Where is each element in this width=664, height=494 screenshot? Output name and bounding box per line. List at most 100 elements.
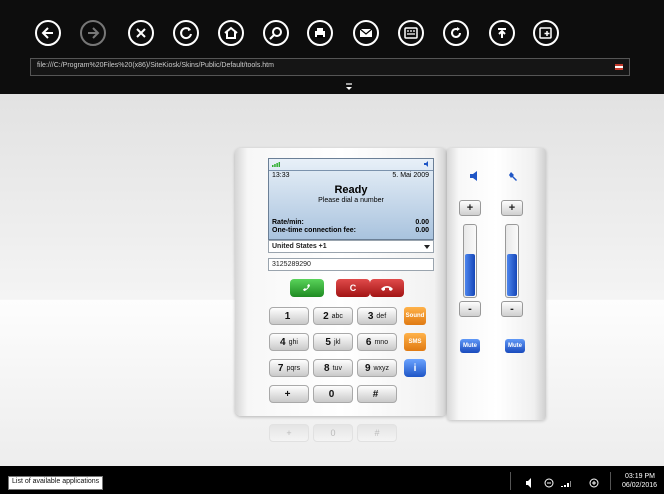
key-letters: wxyz — [373, 364, 390, 372]
new-tab-button[interactable] — [533, 20, 559, 46]
address-bar[interactable]: file:///C:/Program%20Files%20(x86)/SiteK… — [30, 58, 630, 76]
address-text: file:///C:/Program%20Files%20(x86)/SiteK… — [37, 62, 274, 69]
key-digit: 9 — [364, 362, 371, 374]
key-digit: 3 — [367, 310, 374, 322]
country-select[interactable]: United States +1 — [268, 240, 434, 253]
key-letters: ghi — [288, 338, 298, 346]
mic-volume-slider[interactable] — [505, 224, 519, 298]
speaker-volume-up-button[interactable]: + — [459, 200, 481, 216]
microphone-icon — [509, 172, 517, 181]
forward-button[interactable] — [80, 20, 106, 46]
flag-icon — [615, 64, 623, 70]
arrow-left-icon — [41, 27, 53, 39]
fee-label: One-time connection fee: — [272, 227, 357, 234]
back-button[interactable] — [35, 20, 61, 46]
phone-number-input[interactable]: 3125289290 — [268, 258, 434, 271]
collapse-toolbar-icon[interactable] — [344, 82, 354, 92]
key-hash[interactable]: # — [357, 385, 397, 403]
sound-button[interactable]: Sound — [404, 307, 426, 325]
speaker-volume-slider[interactable] — [463, 224, 477, 298]
display-message: Please dial a number — [318, 197, 384, 204]
hangup-button[interactable] — [370, 279, 404, 297]
key-5[interactable]: 5 jkl — [313, 333, 353, 351]
print-icon — [315, 28, 325, 38]
volume-icon[interactable] — [523, 478, 535, 488]
upload-icon — [498, 28, 506, 38]
key-digit: 1 — [284, 310, 291, 322]
key-7[interactable]: 7 pqrs — [269, 359, 309, 377]
key-plus[interactable]: + — [269, 385, 309, 403]
print-button[interactable] — [307, 20, 333, 46]
reflection-key: 0 — [313, 424, 353, 442]
tray-divider — [510, 472, 511, 490]
keyboard-button[interactable] — [398, 20, 424, 46]
hangup-icon — [381, 286, 393, 291]
tray-divider — [610, 472, 611, 490]
signal-icon — [272, 162, 280, 167]
upload-button[interactable] — [489, 20, 515, 46]
keypad-reflection: + 0 # — [255, 420, 435, 454]
key-3[interactable]: 3 def — [357, 307, 397, 325]
mic-mute-button[interactable]: Mute — [505, 339, 525, 353]
phone-number-value: 3125289290 — [272, 261, 311, 268]
key-9[interactable]: 9 wxyz — [357, 359, 397, 377]
key-letters: mno — [374, 338, 389, 346]
key-digit: 8 — [324, 362, 330, 374]
home-button[interactable] — [218, 20, 244, 46]
speaker-volume-down-button[interactable]: - — [459, 301, 481, 317]
reflection-key: + — [269, 424, 309, 442]
call-button[interactable] — [290, 279, 324, 297]
add-window-icon — [539, 27, 552, 39]
clear-button[interactable]: C — [336, 279, 370, 297]
phone-display: 13:33 5. Mai 2009 Ready Please dial a nu… — [268, 158, 434, 240]
stop-button[interactable] — [128, 20, 154, 46]
key-digit: # — [372, 388, 379, 400]
key-letters: tuv — [332, 364, 342, 372]
info-button[interactable]: i — [404, 359, 426, 377]
phone-call-icon — [303, 284, 310, 291]
search-icon — [269, 27, 282, 40]
speaker-volume-level — [465, 254, 475, 296]
sms-button[interactable]: SMS — [404, 333, 426, 351]
chevron-down-icon — [424, 245, 430, 249]
key-digit: 5 — [325, 336, 331, 348]
zoom-out-icon[interactable] — [543, 478, 555, 488]
key-2[interactable]: 2 abc — [313, 307, 353, 325]
key-digit: 2 — [323, 310, 329, 322]
mic-volume-level — [507, 254, 517, 296]
close-icon — [136, 28, 146, 38]
refresh-button[interactable] — [173, 20, 199, 46]
display-time: 13:33 — [272, 172, 290, 179]
info-icon: i — [413, 362, 417, 374]
refresh-icon — [180, 27, 192, 40]
key-0[interactable]: 0 — [313, 385, 353, 403]
home-icon — [224, 26, 238, 39]
speaker-mute-button[interactable]: Mute — [460, 339, 480, 353]
key-1[interactable]: 1 — [269, 307, 309, 325]
key-digit: 0 — [328, 388, 335, 400]
zoom-in-icon[interactable] — [588, 478, 600, 488]
reload-icon — [451, 27, 461, 38]
keyboard-icon — [404, 27, 418, 39]
key-letters: pqrs — [286, 364, 301, 372]
speaker-volume-icon — [470, 171, 477, 181]
email-icon — [359, 28, 373, 37]
display-divider — [269, 170, 433, 171]
key-4[interactable]: 4 ghi — [269, 333, 309, 351]
reload-button[interactable] — [443, 20, 469, 46]
mic-volume-down-button[interactable]: - — [501, 301, 523, 317]
key-digit: 6 — [365, 336, 372, 348]
rate-value: 0.00 — [415, 219, 429, 226]
applications-list-button[interactable]: List of available applications — [8, 476, 104, 490]
email-button[interactable] — [353, 20, 379, 46]
signal-strength-icon[interactable] — [560, 478, 572, 488]
clock-date: 06/02/2016 — [622, 482, 658, 489]
mic-volume-up-button[interactable]: + — [501, 200, 523, 216]
display-date: 5. Mai 2009 — [392, 172, 429, 179]
volume-panel — [447, 148, 546, 420]
speaker-icon — [424, 161, 428, 167]
key-6[interactable]: 6 mno — [357, 333, 397, 351]
search-button[interactable] — [263, 20, 289, 46]
key-letters: def — [376, 312, 387, 320]
key-8[interactable]: 8 tuv — [313, 359, 353, 377]
